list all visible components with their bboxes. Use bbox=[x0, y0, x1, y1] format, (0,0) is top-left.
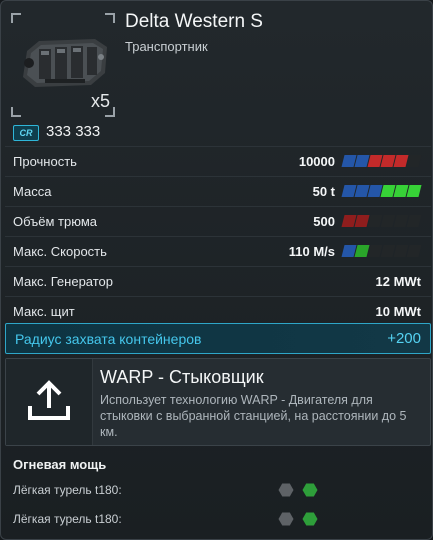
firepower-title: Огневая мощь bbox=[13, 457, 107, 472]
warp-title: WARP - Стыковщик bbox=[100, 367, 264, 387]
stats-list: Прочность 10000 Масса 50 t Объём трюма 5… bbox=[5, 146, 431, 326]
rating-segment bbox=[406, 245, 422, 257]
turret-slots bbox=[278, 483, 318, 497]
turret-slot-icon bbox=[278, 512, 294, 526]
stat-value: 12 MWt bbox=[375, 274, 422, 289]
stat-row-mass: Масса 50 t bbox=[5, 176, 431, 206]
bonus-value: +200 bbox=[387, 330, 421, 347]
stat-row-generator: Макс. Генератор 12 MWt bbox=[5, 266, 431, 296]
stat-label: Масса bbox=[13, 184, 52, 199]
item-info-panel: x5 Delta Western S Транспортник CR 333 3… bbox=[0, 0, 433, 540]
container-capture-radius-row: Радиус захвата контейнеров +200 bbox=[5, 323, 431, 354]
stat-value: 500 bbox=[313, 214, 335, 229]
warp-icon-box bbox=[6, 359, 93, 445]
stat-value: 10 MWt bbox=[375, 304, 422, 319]
stat-value: 10000 bbox=[298, 154, 335, 169]
warp-docking-module[interactable]: WARP - Стыковщик Использует технологию W… bbox=[5, 358, 431, 446]
item-header: x5 Delta Western S Транспортник CR 333 3… bbox=[1, 1, 432, 146]
stat-rating-bar bbox=[341, 155, 422, 167]
upload-icon bbox=[28, 380, 70, 420]
stat-label: Макс. Генератор bbox=[13, 274, 114, 289]
stat-rating-bar bbox=[341, 215, 422, 227]
stat-value: 50 t bbox=[312, 184, 335, 199]
rating-segment bbox=[406, 215, 422, 227]
credits-icon: CR bbox=[13, 125, 39, 141]
stat-label: Прочность bbox=[13, 154, 77, 169]
item-count: x5 bbox=[91, 91, 111, 111]
turret-slots bbox=[278, 512, 318, 526]
item-title: Delta Western S bbox=[125, 11, 263, 32]
stat-label: Макс. щит bbox=[13, 304, 75, 319]
frame-corner-icon bbox=[11, 107, 21, 117]
turret-label: Лёгкая турель t180: bbox=[13, 483, 122, 497]
stat-label: Макс. Скорость bbox=[13, 244, 107, 259]
stat-row-cargo: Объём трюма 500 bbox=[5, 206, 431, 236]
item-class: Транспортник bbox=[125, 39, 208, 54]
stat-rating-bar bbox=[341, 185, 422, 197]
turret-slot-icon bbox=[302, 512, 318, 526]
turret-label: Лёгкая турель t180: bbox=[13, 512, 122, 526]
turret-slot-icon bbox=[302, 483, 318, 497]
stat-row-shield: Макс. щит 10 MWt bbox=[5, 296, 431, 326]
ship-preview[interactable]: x5 bbox=[11, 13, 115, 117]
stat-row-durability: Прочность 10000 bbox=[5, 146, 431, 176]
stat-row-speed: Макс. Скорость 110 M/s bbox=[5, 236, 431, 266]
item-price: 333 333 bbox=[46, 123, 101, 140]
bonus-label: Радиус захвата контейнеров bbox=[15, 331, 202, 347]
cargo-ship-icon bbox=[23, 39, 107, 87]
stat-label: Объём трюма bbox=[13, 214, 97, 229]
rating-segment bbox=[406, 185, 422, 197]
stat-value: 110 M/s bbox=[288, 244, 335, 259]
rating-segment bbox=[406, 155, 422, 167]
stat-rating-bar bbox=[341, 245, 422, 257]
frame-corner-icon bbox=[11, 13, 21, 23]
warp-description: Использует технологию WARP - Двигателя д… bbox=[100, 393, 407, 439]
frame-corner-icon bbox=[105, 13, 115, 23]
turret-slot-icon bbox=[278, 483, 294, 497]
